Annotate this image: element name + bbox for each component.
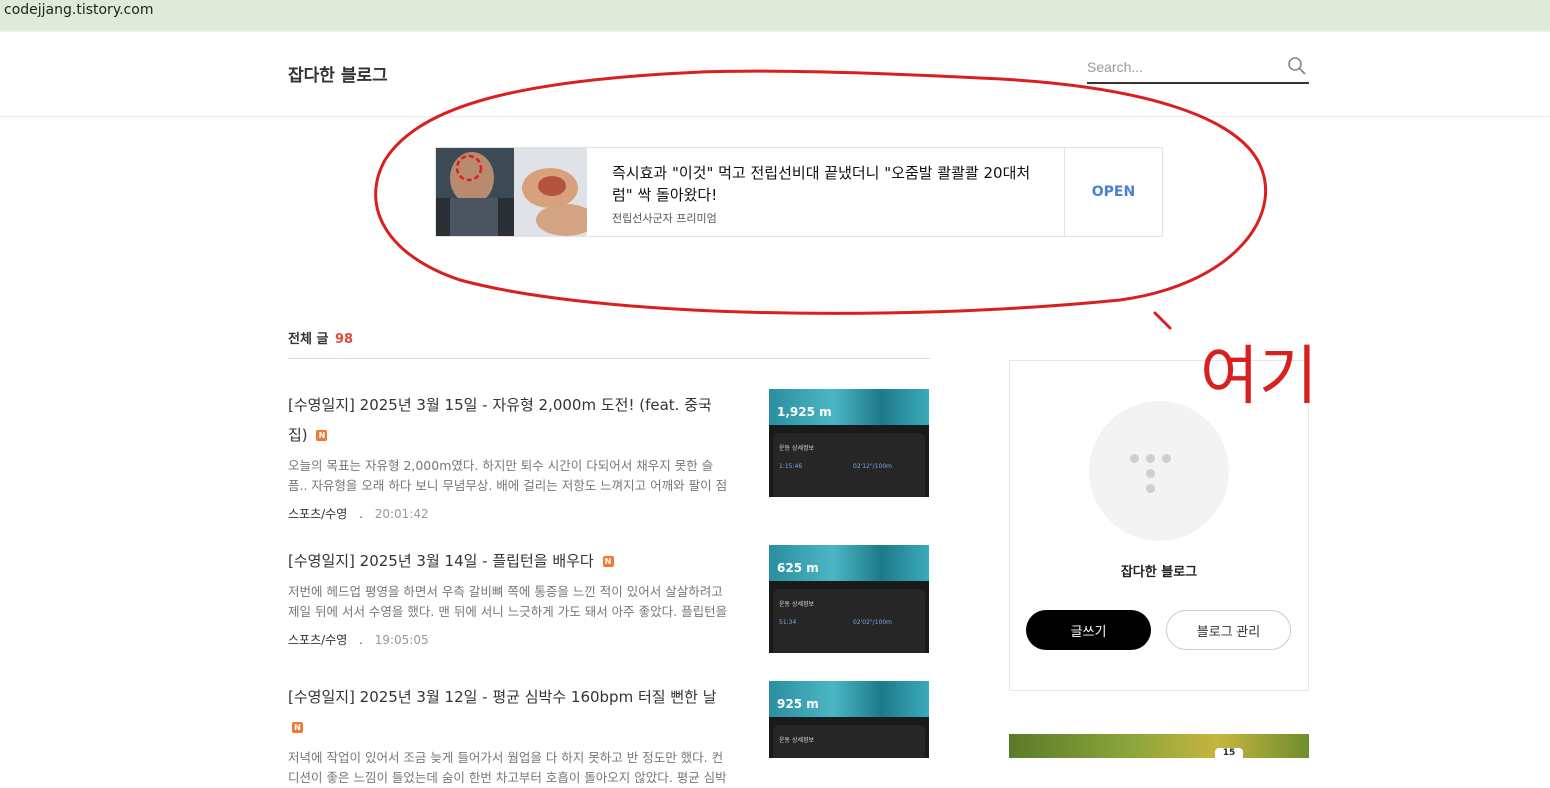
list-item[interactable]: [수영일지] 2025년 3월 12일 - 평균 심박수 160bpm 터질 뻔… (288, 681, 930, 788)
blog-header: 잡다한 블로그 (0, 32, 1550, 117)
thumbnail-value-2: 02'02"/100m (853, 619, 892, 626)
blog-manage-button[interactable]: 블로그 관리 (1166, 610, 1291, 650)
post-time: 19:05:05 (374, 633, 429, 647)
blog-profile-card: 잡다한 블로그 글쓰기 블로그 관리 (1009, 360, 1309, 691)
thumbnail-value-1: 51:34 (779, 619, 797, 626)
new-badge: N (292, 722, 303, 733)
list-item[interactable]: [수영일지] 2025년 3월 14일 - 플립턴을 배우다 N 저번에 헤드업… (288, 545, 930, 653)
post-excerpt[interactable]: 저번에 헤드업 평영을 하면서 우측 갈비뼈 쪽에 통증을 느낀 적이 있어서 … (288, 582, 730, 622)
divider (288, 358, 930, 359)
write-post-button[interactable]: 글쓰기 (1026, 610, 1151, 650)
sidebar-banner-image[interactable]: 15 (1009, 734, 1309, 758)
search-icon[interactable] (1287, 56, 1307, 76)
post-thumbnail[interactable]: 625 m 운동 상세정보 51:34 02'02"/100m (769, 545, 929, 653)
post-category[interactable]: 스포츠/수영 (288, 507, 347, 521)
post-count: 98 (334, 332, 354, 347)
thumbnail-card-title: 운동 상세정보 (779, 601, 815, 608)
browser-address-bar[interactable]: codejjang.tistory.com (0, 0, 1550, 32)
meta-separator: . (359, 507, 363, 521)
ad-headline[interactable]: 즉시효과 "이것" 먹고 전립선비대 끝냈더니 "오줌발 콸콸콸 20대처럼" … (612, 162, 1032, 206)
thumbnail-detail-card: 운동 상세정보 1:15:46 02'12"/100m (773, 433, 925, 497)
post-title[interactable]: [수영일지] 2025년 3월 12일 - 평균 심박수 160bpm 터질 뻔… (288, 682, 728, 742)
list-item[interactable]: [수영일지] 2025년 3월 15일 - 자유형 2,000m 도전! (fe… (288, 389, 930, 522)
search-box[interactable] (1087, 52, 1309, 84)
post-time: 20:01:42 (374, 507, 429, 521)
ad-advertiser: 전립선사군자 프리미엄 (612, 212, 717, 225)
post-list-heading-label: 전체 글 (288, 332, 329, 347)
post-meta: 스포츠/수영 . 20:01:42 (288, 505, 930, 522)
post-excerpt[interactable]: 저녁에 작업이 있어서 조금 늦게 들어가서 웜업을 다 하지 못하고 반 정도… (288, 748, 730, 788)
post-title[interactable]: [수영일지] 2025년 3월 15일 - 자유형 2,000m 도전! (fe… (288, 390, 728, 450)
thumbnail-distance: 1,925 m (777, 405, 832, 419)
ad-image[interactable] (436, 148, 587, 236)
thumbnail-value-1: 1:15:46 (779, 463, 803, 470)
new-badge: N (316, 430, 328, 441)
thumbnail-value-2: 02'12"/100m (853, 463, 892, 470)
profile-blog-name[interactable]: 잡다한 블로그 (1010, 561, 1308, 580)
new-badge: N (602, 556, 614, 567)
ad-banner[interactable]: 즉시효과 "이것" 먹고 전립선비대 끝냈더니 "오줌발 콸콸콸 20대처럼" … (435, 147, 1163, 237)
search-input[interactable] (1087, 52, 1277, 82)
post-thumbnail[interactable]: 1,925 m 운동 상세정보 1:15:46 02'12"/100m (769, 389, 929, 497)
banner-score-badge: 15 (1215, 748, 1243, 758)
meta-separator: . (359, 633, 363, 647)
thumbnail-detail-card: 운동 상세정보 51:34 02'02"/100m (773, 589, 925, 653)
post-title-text[interactable]: [수영일지] 2025년 3월 15일 - 자유형 2,000m 도전! (fe… (288, 396, 712, 444)
post-title-text[interactable]: [수영일지] 2025년 3월 12일 - 평균 심박수 160bpm 터질 뻔… (288, 688, 717, 706)
post-thumbnail[interactable]: 925 m 운동 상세정보 (769, 681, 929, 758)
thumbnail-distance: 925 m (777, 697, 819, 711)
post-title[interactable]: [수영일지] 2025년 3월 14일 - 플립턴을 배우다 N (288, 546, 728, 576)
thumbnail-card-title: 운동 상세정보 (779, 737, 815, 744)
thumbnail-distance: 625 m (777, 561, 819, 575)
blog-title[interactable]: 잡다한 블로그 (288, 61, 388, 86)
post-title-text[interactable]: [수영일지] 2025년 3월 14일 - 플립턴을 배우다 (288, 552, 594, 570)
post-category[interactable]: 스포츠/수영 (288, 633, 347, 647)
url-text[interactable]: codejjang.tistory.com (4, 2, 153, 18)
post-excerpt[interactable]: 오늘의 목표는 자유형 2,000m였다. 하지만 퇴수 시간이 다되어서 채우… (288, 456, 730, 496)
ad-open-button[interactable]: OPEN (1065, 148, 1162, 236)
thumbnail-detail-card: 운동 상세정보 (773, 725, 925, 758)
avatar[interactable] (1089, 401, 1229, 541)
post-list-heading: 전체 글 98 (288, 328, 353, 347)
thumbnail-card-title: 운동 상세정보 (779, 445, 815, 452)
